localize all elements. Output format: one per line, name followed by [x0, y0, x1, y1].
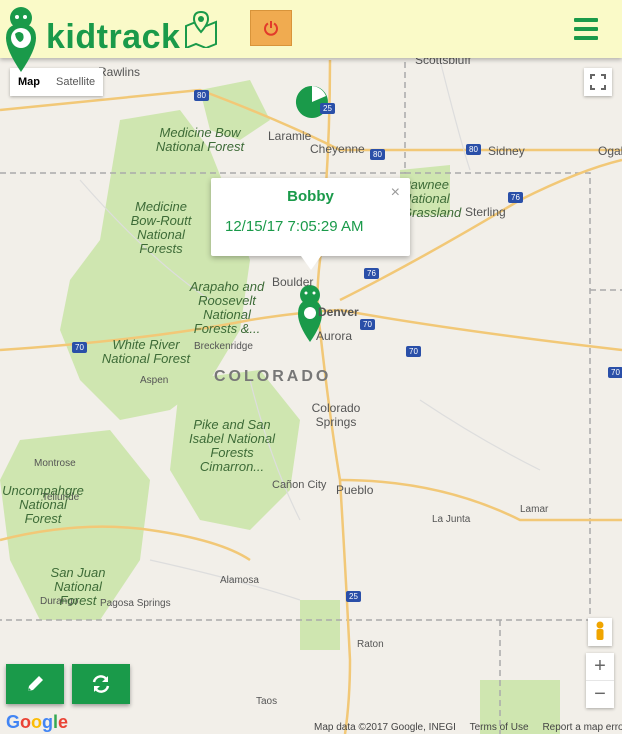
hamburger-icon — [574, 18, 598, 22]
city-label: Boulder — [272, 275, 314, 289]
city-label: Raton — [357, 639, 384, 650]
park-label: Medicine Bow National Forest — [155, 125, 245, 154]
city-label: Cheyenne — [310, 142, 365, 156]
city-label: Sidney — [488, 144, 525, 158]
city-label: Montrose — [34, 458, 76, 469]
highway-shield: 80 — [466, 144, 481, 155]
refresh-icon — [92, 675, 110, 693]
park-label: Medicine Bow-Routt National Forests — [130, 199, 192, 256]
fullscreen-icon — [590, 74, 606, 90]
google-logo: Google — [6, 712, 69, 732]
map-pin-icon[interactable] — [182, 8, 220, 50]
edit-button[interactable] — [6, 664, 64, 704]
power-button[interactable] — [250, 10, 292, 46]
park-label: Arapaho and Roosevelt National Forests &… — [189, 279, 265, 336]
highway-shield: 70 — [72, 342, 87, 353]
highway-shield: 70 — [360, 319, 375, 330]
city-label: Alamosa — [220, 575, 259, 586]
city-label: Sterling — [465, 205, 506, 219]
city-label: Taos — [256, 696, 278, 707]
street-view-pegman[interactable] — [588, 618, 612, 646]
highway-shield: 70 — [406, 346, 421, 357]
park-label: Uncompahgre National Forest — [2, 483, 84, 526]
pegman-icon — [596, 621, 604, 640]
app-header: kidtrack — [0, 0, 622, 72]
city-label: Cañon City — [272, 479, 327, 491]
city-label: Lamar — [520, 504, 549, 515]
highway-shield: 70 — [608, 367, 622, 378]
park-label: San Juan National Forest — [50, 565, 106, 608]
state-label: COLORADO — [214, 368, 332, 385]
highway-shield: 25 — [320, 103, 335, 114]
fullscreen-button[interactable] — [584, 68, 612, 96]
zoom-in-button[interactable]: + — [586, 653, 614, 681]
city-label: Laramie — [268, 129, 312, 143]
highway-shield: 80 — [194, 90, 209, 101]
logo-pin-icon — [6, 7, 36, 72]
info-close-button[interactable]: × — [391, 184, 400, 202]
city-label: Denver — [318, 305, 359, 319]
park-label: Pike and San Isabel National Forests Cim… — [189, 417, 275, 474]
kidtrack-logo[interactable]: kidtrack — [4, 2, 184, 74]
city-label: La Junta — [432, 514, 471, 525]
city-label: Colorado Springs — [311, 401, 361, 429]
pencil-icon — [28, 676, 43, 691]
power-icon — [264, 21, 278, 36]
city-label: Pueblo — [336, 483, 374, 497]
highway-shield: 80 — [370, 149, 385, 160]
location-timestamp: 12/15/17 7:05:29 AM — [225, 218, 364, 235]
highway-shield: 76 — [364, 268, 379, 279]
city-label: Breckenridge — [194, 341, 253, 352]
brand-name: kidtrack — [46, 18, 181, 56]
map-data-attribution: Map data ©2017 Google, INEGI — [314, 722, 456, 733]
refresh-button[interactable] — [72, 664, 130, 704]
report-error-link[interactable]: Report a map error — [542, 722, 622, 733]
hamburger-menu-button[interactable] — [574, 18, 598, 42]
highway-shield: 76 — [508, 192, 523, 203]
city-label: Scottsbluff — [415, 58, 471, 67]
map-footer: Map data ©2017 Google, INEGI Terms of Us… — [314, 722, 622, 733]
city-label: Ogall — [598, 144, 622, 158]
zoom-out-button[interactable]: − — [586, 681, 614, 708]
city-label: Aurora — [316, 329, 353, 343]
marker-info-window: Bobby × 12/15/17 7:05:29 AM — [211, 178, 410, 270]
map-base-layer — [0, 59, 622, 734]
city-label: Aspen — [140, 375, 169, 386]
highway-shield: 25 — [346, 591, 361, 602]
terms-link[interactable]: Terms of Use — [470, 722, 529, 733]
map-canvas[interactable]: Rawlins Laramie Cheyenne Scottsbluff Sid… — [0, 58, 622, 734]
park-label: White River National Forest — [101, 337, 191, 366]
zoom-control: + − — [586, 653, 614, 708]
child-name: Bobby — [287, 188, 334, 205]
